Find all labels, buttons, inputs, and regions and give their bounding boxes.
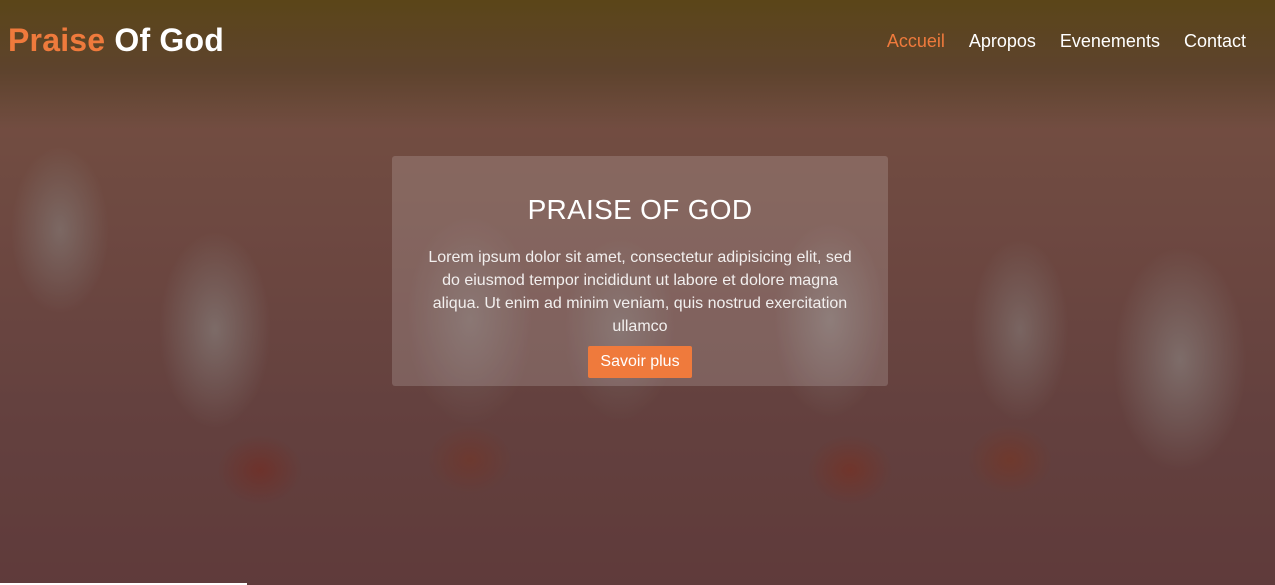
hero-description: Lorem ipsum dolor sit amet, consectetur … xyxy=(428,249,852,335)
nav-link-contact[interactable]: Contact xyxy=(1184,31,1246,52)
navbar: Praise Of God Accueil Apropos Evenements… xyxy=(0,0,1275,82)
brand-logo[interactable]: Praise Of God xyxy=(8,22,224,59)
brand-accent-text: Praise xyxy=(8,21,106,58)
savoir-plus-button[interactable]: Savoir plus xyxy=(588,346,692,378)
nav-links: Accueil Apropos Evenements Contact xyxy=(887,31,1246,52)
nav-link-evenements[interactable]: Evenements xyxy=(1060,31,1160,52)
hero-section: Praise Of God Accueil Apropos Evenements… xyxy=(0,0,1275,585)
nav-link-apropos[interactable]: Apropos xyxy=(969,31,1036,52)
brand-rest-text: Of God xyxy=(114,21,224,58)
nav-link-accueil[interactable]: Accueil xyxy=(887,31,945,52)
hero-card: PRAISE OF GOD Lorem ipsum dolor sit amet… xyxy=(392,156,888,386)
hero-title: PRAISE OF GOD xyxy=(527,194,753,225)
